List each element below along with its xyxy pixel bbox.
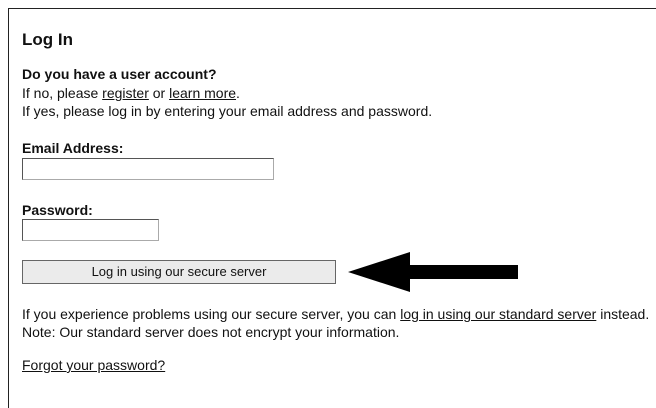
arrow-left-icon (348, 252, 518, 292)
forgot-password-link[interactable]: Forgot your password? (22, 357, 165, 373)
login-instructions: If yes, please log in by entering your e… (22, 103, 433, 119)
register-link[interactable]: register (102, 85, 149, 101)
register-prompt-period: . (236, 85, 240, 101)
account-question: Do you have a user account? (22, 66, 217, 82)
password-field[interactable] (22, 219, 159, 241)
standard-server-login-link[interactable]: log in using our standard server (400, 306, 596, 322)
register-prompt: If no, please register or learn more. (22, 85, 240, 102)
secure-login-button[interactable]: Log in using our secure server (22, 260, 336, 284)
secure-server-help-text: If you experience problems using our sec… (22, 305, 650, 341)
register-prompt-or: or (148, 85, 170, 101)
help-text-prefix: If you experience problems using our sec… (22, 306, 401, 322)
email-label: Email Address: (22, 140, 124, 156)
register-prompt-prefix: If no, please (22, 85, 103, 101)
email-field[interactable] (22, 158, 274, 180)
password-label: Password: (22, 202, 93, 218)
page-title: Log In (22, 30, 73, 49)
learn-more-link[interactable]: learn more (169, 85, 236, 101)
forgot-password-container: Forgot your password? (22, 357, 165, 374)
